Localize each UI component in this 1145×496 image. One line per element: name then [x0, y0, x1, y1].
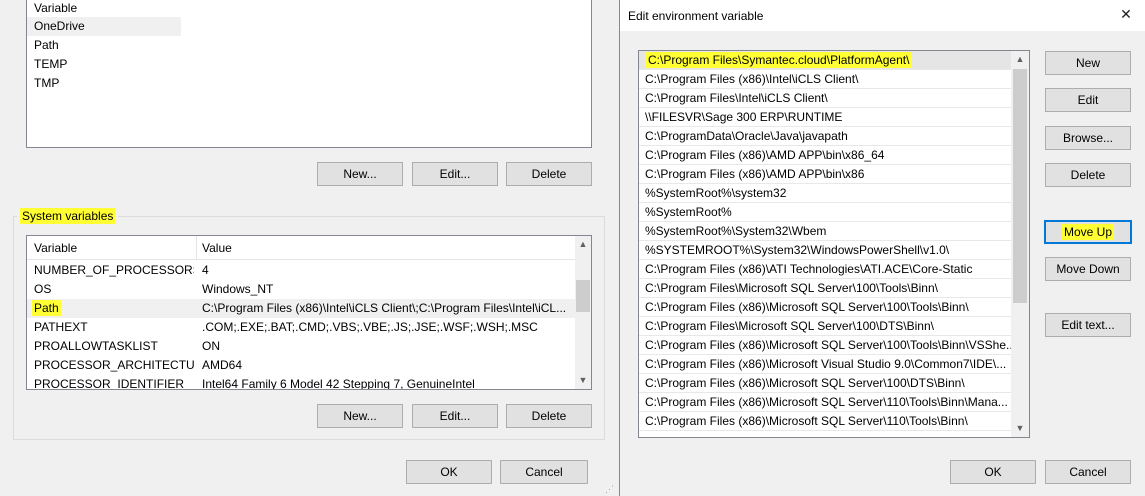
browse-button[interactable]: Browse... — [1045, 126, 1131, 150]
move-down-button[interactable]: Move Down — [1045, 257, 1131, 281]
user-variable-row-tmp[interactable]: TMP — [27, 74, 59, 93]
system-variables-scrollbar[interactable]: ▲ ▼ — [575, 236, 591, 389]
new-button[interactable]: New — [1045, 51, 1131, 75]
path-row-selected[interactable]: C:\Program Files\Symantec.cloud\Platform… — [639, 51, 1011, 70]
path-row[interactable]: %SystemRoot%\System32\Wbem — [639, 222, 1011, 241]
variable-name: PROCESSOR_IDENTIFIER — [34, 377, 185, 390]
variable-name: PROALLOWTASKLIST — [34, 339, 158, 353]
path-row[interactable]: C:\ProgramData\Oracle\Java\javapath — [639, 127, 1011, 146]
path-row[interactable]: %SYSTEMROOT%\System32\WindowsPowerShell\… — [639, 241, 1011, 260]
path-row[interactable]: C:\Program Files (x86)\Microsoft SQL Ser… — [639, 374, 1011, 393]
system-delete-button[interactable]: Delete — [506, 404, 592, 428]
system-variables-header: Variable Value — [27, 236, 575, 260]
column-header-value[interactable]: Value — [202, 241, 232, 255]
left-ok-button[interactable]: OK — [406, 460, 492, 484]
variable-value: 4 — [202, 263, 209, 277]
system-variable-row[interactable]: OS Windows_NT — [27, 280, 575, 299]
variable-value: AMD64 — [202, 358, 243, 372]
variable-value: C:\Program Files (x86)\Intel\iCLS Client… — [202, 301, 567, 315]
scroll-thumb[interactable] — [576, 280, 590, 312]
path-row[interactable]: C:\Program Files (x86)\AMD APP\bin\x86_6… — [639, 146, 1011, 165]
edit-environment-variable-dialog: Edit environment variable ✕ C:\Program F… — [619, 0, 1145, 496]
system-variable-row-selected[interactable]: Path C:\Program Files (x86)\Intel\iCLS C… — [27, 299, 575, 318]
environment-variables-dialog: Variable OneDrive Path TEMP TMP New... E… — [0, 0, 619, 496]
variable-value: Intel64 Family 6 Model 42 Stepping 7, Ge… — [202, 377, 475, 390]
user-variable-row-onedrive[interactable]: OneDrive — [27, 17, 181, 36]
path-row[interactable]: C:\Program Files\Microsoft SQL Server\10… — [639, 279, 1011, 298]
path-row[interactable]: C:\Program Files (x86)\Microsoft SQL Ser… — [639, 298, 1011, 317]
user-variable-name: Path — [34, 38, 59, 52]
system-variables-list[interactable]: Variable Value NUMBER_OF_PROCESSORS 4 OS… — [26, 235, 592, 390]
system-new-button[interactable]: New... — [317, 404, 403, 428]
path-list[interactable]: C:\Program Files\Symantec.cloud\Platform… — [638, 50, 1030, 438]
variable-value: .COM;.EXE;.BAT;.CMD;.VBS;.VBE;.JS;.JSE;.… — [202, 320, 538, 334]
scroll-up-arrow-icon[interactable]: ▲ — [575, 236, 591, 253]
user-new-button[interactable]: New... — [317, 162, 403, 186]
path-row[interactable]: C:\Program Files (x86)\Microsoft SQL Ser… — [639, 336, 1011, 355]
system-variable-row[interactable]: PROCESSOR_ARCHITECTURE AMD64 — [27, 356, 575, 375]
path-text: C:\Program Files\Symantec.cloud\Platform… — [645, 52, 913, 68]
path-row[interactable]: C:\Program Files\Microsoft SQL Server\10… — [639, 317, 1011, 336]
path-row[interactable]: C:\Program Files (x86)\Microsoft SQL Ser… — [639, 412, 1011, 431]
scroll-up-arrow-icon[interactable]: ▲ — [1011, 51, 1029, 68]
resize-grip-icon[interactable]: ⋰ — [605, 484, 614, 494]
scroll-thumb[interactable] — [1013, 69, 1027, 303]
scroll-down-arrow-icon[interactable]: ▼ — [575, 372, 591, 389]
path-row[interactable]: %SystemRoot% — [639, 203, 1011, 222]
move-up-button[interactable]: Move Up — [1044, 220, 1132, 244]
title-bar[interactable]: Edit environment variable ✕ — [620, 0, 1145, 31]
edit-text-button[interactable]: Edit text... — [1045, 313, 1131, 337]
column-header-variable[interactable]: Variable — [34, 241, 77, 255]
user-variables-list[interactable]: Variable OneDrive Path TEMP TMP — [26, 0, 592, 148]
system-edit-button[interactable]: Edit... — [412, 404, 498, 428]
user-variable-name: TMP — [34, 76, 60, 90]
system-variable-row[interactable]: PATHEXT .COM;.EXE;.BAT;.CMD;.VBS;.VBE;.J… — [27, 318, 575, 337]
variable-name: NUMBER_OF_PROCESSORS — [34, 263, 194, 277]
left-cancel-button[interactable]: Cancel — [500, 460, 588, 484]
variable-name: Path — [32, 299, 192, 318]
column-header-divider[interactable] — [196, 236, 197, 260]
delete-button[interactable]: Delete — [1045, 163, 1131, 187]
cancel-button[interactable]: Cancel — [1045, 460, 1131, 484]
path-row[interactable]: C:\Program Files\Intel\iCLS Client\ — [639, 89, 1011, 108]
scroll-down-arrow-icon[interactable]: ▼ — [1011, 420, 1029, 437]
path-row[interactable]: C:\Program Files (x86)\Microsoft Visual … — [639, 355, 1011, 374]
user-edit-button[interactable]: Edit... — [412, 162, 498, 186]
user-delete-button[interactable]: Delete — [506, 162, 592, 186]
system-variables-title-text: System variables — [20, 208, 116, 224]
variable-name: PROCESSOR_ARCHITECTURE — [34, 358, 194, 372]
user-variables-header-variable: Variable — [34, 1, 78, 15]
dialog-title: Edit environment variable — [628, 9, 764, 23]
user-variable-row-temp[interactable]: TEMP — [27, 55, 67, 74]
variable-name-text: Path — [32, 300, 61, 316]
ok-button[interactable]: OK — [950, 460, 1036, 484]
path-list-scrollbar[interactable]: ▲ ▼ — [1011, 51, 1029, 437]
variable-name: PATHEXT — [34, 320, 88, 334]
user-variable-name: TEMP — [34, 57, 68, 71]
path-row[interactable]: C:\Program Files (x86)\ATI Technologies\… — [639, 260, 1011, 279]
path-row[interactable]: C:\Program Files (x86)\Microsoft SQL Ser… — [639, 393, 1011, 412]
path-row[interactable]: C:\Program Files (x86)\Intel\iCLS Client… — [639, 70, 1011, 89]
close-icon[interactable]: ✕ — [1115, 6, 1137, 23]
user-variable-name: OneDrive — [34, 19, 85, 33]
variable-name: OS — [34, 282, 52, 296]
path-row[interactable]: \\FILESVR\Sage 300 ERP\RUNTIME — [639, 108, 1011, 127]
variable-value: Windows_NT — [202, 282, 274, 296]
system-variables-title: System variables — [17, 208, 119, 224]
system-variable-row[interactable]: PROALLOWTASKLIST ON — [27, 337, 575, 356]
path-row[interactable]: C:\Program Files (x86)\AMD APP\bin\x86 — [639, 165, 1011, 184]
system-variable-row[interactable]: PROCESSOR_IDENTIFIER Intel64 Family 6 Mo… — [27, 375, 575, 390]
system-variable-row[interactable]: NUMBER_OF_PROCESSORS 4 — [27, 261, 575, 280]
variable-value: ON — [202, 339, 220, 353]
edit-button[interactable]: Edit — [1045, 88, 1131, 112]
path-row[interactable]: %SystemRoot%\system32 — [639, 184, 1011, 203]
move-up-label: Move Up — [1061, 224, 1115, 240]
user-variable-row-path[interactable]: Path — [27, 36, 59, 55]
